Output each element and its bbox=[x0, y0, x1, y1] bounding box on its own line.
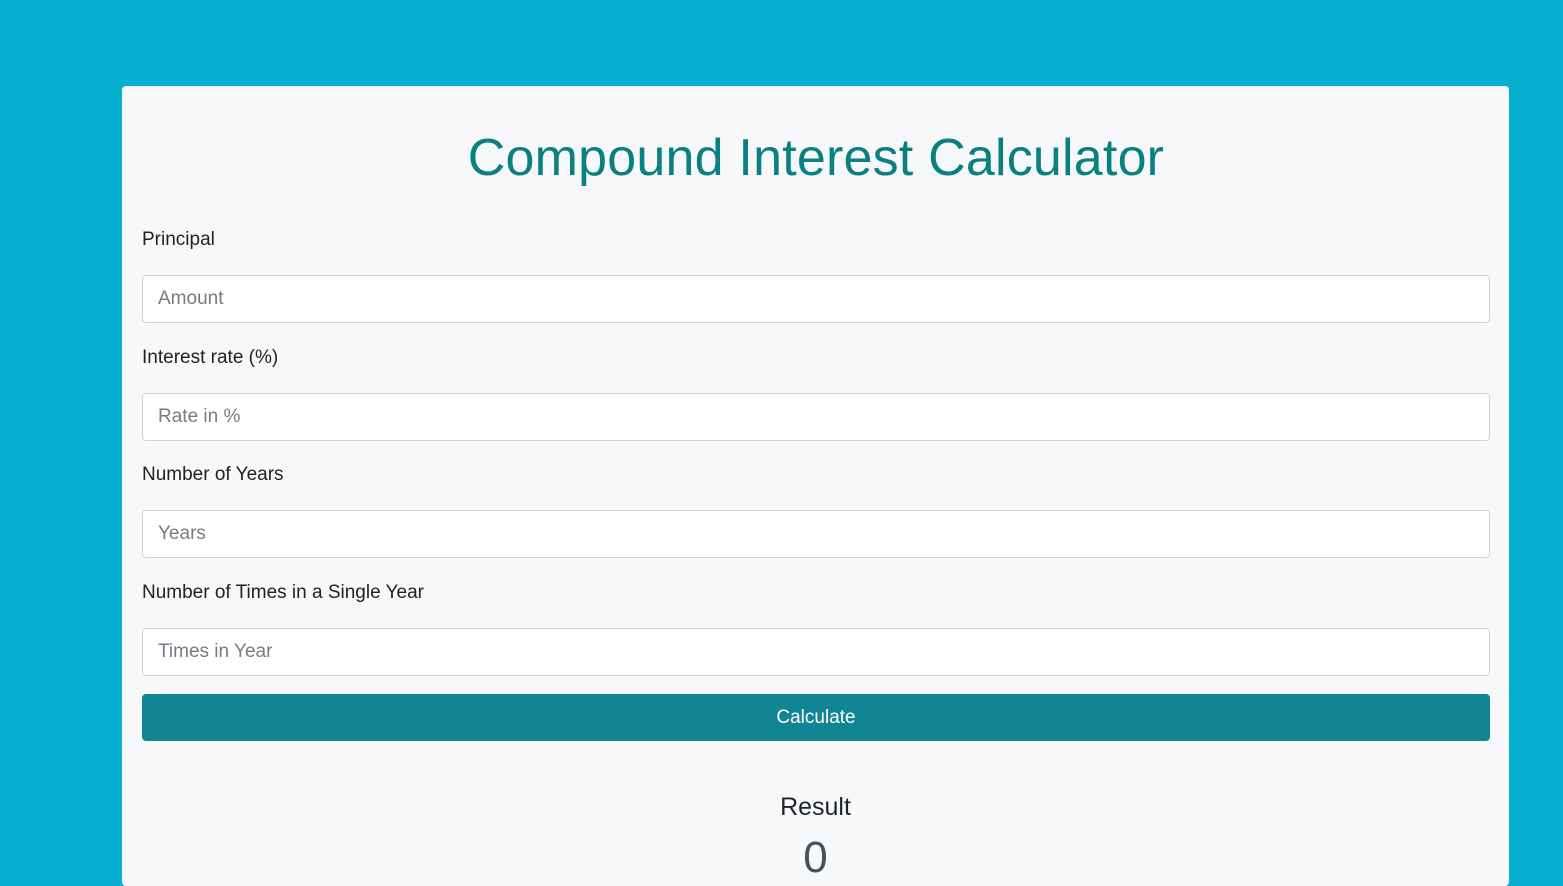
years-group: Number of Years bbox=[142, 462, 1490, 558]
years-input[interactable] bbox=[142, 510, 1490, 558]
result-label: Result bbox=[780, 793, 851, 821]
interest-rate-input[interactable] bbox=[142, 393, 1490, 441]
times-per-year-group: Number of Times in a Single Year bbox=[142, 580, 1490, 676]
result-value: 0 bbox=[803, 833, 828, 882]
principal-input[interactable] bbox=[142, 275, 1490, 323]
calculate-button[interactable]: Calculate bbox=[142, 694, 1490, 741]
interest-rate-label: Interest rate (%) bbox=[142, 347, 279, 368]
page-title: Compound Interest Calculator bbox=[467, 129, 1165, 187]
interest-rate-group: Interest rate (%) bbox=[142, 345, 1490, 441]
times-per-year-label: Number of Times in a Single Year bbox=[142, 582, 424, 603]
times-per-year-input[interactable] bbox=[142, 628, 1490, 676]
principal-label: Principal bbox=[142, 229, 215, 250]
principal-group: Principal bbox=[142, 227, 1490, 323]
years-label: Number of Years bbox=[142, 464, 284, 485]
calculator-card: Compound Interest Calculator Principal I… bbox=[122, 86, 1509, 886]
